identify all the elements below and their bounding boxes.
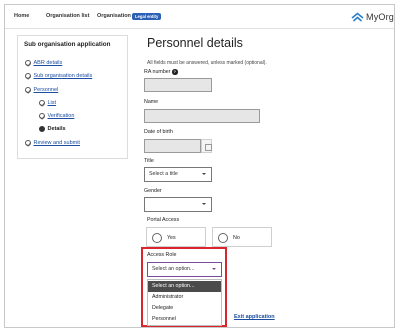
sidebar-item-label: Details: [47, 126, 66, 132]
name-label: Name: [144, 99, 159, 105]
sidebar-item-label: Personnel: [33, 87, 59, 93]
app-window: Home Organisation list Organisation Lega…: [4, 4, 395, 328]
sidebar-item-sub-organisation-details[interactable]: Sub organisation details: [25, 73, 92, 79]
title-select-value: Select a title: [149, 171, 178, 177]
brand-mark-icon: [351, 12, 364, 22]
check-circle-icon: [39, 100, 45, 106]
access-role-select-value: Select an option...: [152, 266, 195, 272]
sidebar-item-label: Verification: [47, 113, 75, 119]
gender-select[interactable]: [144, 197, 212, 212]
dropdown-option[interactable]: Delegate: [148, 303, 221, 314]
ra-number-label: RA number?: [144, 69, 178, 75]
sidebar-item-verification[interactable]: Verification: [39, 113, 74, 119]
dropdown-option[interactable]: Select an option...: [148, 281, 221, 292]
sidebar-item-label: Sub organisation details: [33, 73, 93, 79]
radio-label-no: No: [233, 234, 240, 241]
page-title: Personnel details: [147, 36, 243, 50]
ra-number-label-text: RA number: [144, 69, 171, 76]
ra-number-field: [144, 78, 212, 92]
sidebar-item-abr-details[interactable]: ABR details: [25, 60, 62, 66]
date-of-birth-field: [144, 139, 201, 153]
check-circle-icon: [25, 60, 31, 66]
nav-home[interactable]: Home: [14, 13, 29, 19]
portal-access-label: Portal Access: [147, 217, 180, 223]
title-label: Title: [144, 158, 154, 164]
dob-label: Date of birth: [144, 129, 173, 135]
steps-title: Sub organisation application: [24, 41, 111, 48]
dropdown-option[interactable]: Personnel: [148, 314, 221, 325]
radio-button[interactable]: [218, 232, 228, 243]
brand-name: MyOrg: [366, 12, 394, 22]
current-step-icon: [39, 126, 45, 132]
sidebar-item-details: Details: [39, 126, 66, 132]
chevron-down-icon: [212, 268, 216, 270]
portal-access-no[interactable]: No: [212, 227, 272, 247]
chevron-down-icon: [202, 173, 206, 175]
name-field: [144, 109, 260, 123]
exit-application-link[interactable]: Exit application: [234, 314, 275, 320]
sidebar-item-label: Review and submit: [33, 140, 80, 146]
check-circle-icon: [25, 87, 31, 93]
sidebar-item-label: ABR details: [33, 60, 63, 66]
check-circle-icon: [39, 113, 45, 119]
radio-label-yes: Yes: [167, 234, 176, 241]
portal-access-yes[interactable]: Yes: [146, 227, 206, 247]
nav-organisation-list[interactable]: Organisation list: [46, 13, 89, 19]
brand-logo[interactable]: MyOrg: [351, 10, 394, 24]
nav-organisation[interactable]: Organisation: [97, 13, 131, 19]
required-fields-hint: All fields must be answered, unless mark…: [147, 60, 267, 66]
sidebar-item-personnel[interactable]: Personnel: [25, 87, 58, 93]
access-role-select[interactable]: Select an option...: [147, 262, 222, 277]
gender-label: Gender: [144, 188, 162, 194]
top-navigation-bar: Home Organisation list Organisation Lega…: [5, 5, 394, 29]
legal-entity-badge: Legal entity: [132, 12, 162, 20]
check-circle-icon: [25, 140, 31, 146]
sidebar-item-list[interactable]: List: [39, 100, 56, 106]
chevron-down-icon: [202, 203, 206, 205]
access-role-label: Access Role: [147, 252, 177, 258]
sidebar-item-label: List: [47, 100, 57, 106]
title-select[interactable]: Select a title: [144, 167, 212, 182]
radio-button[interactable]: [152, 232, 162, 243]
help-icon[interactable]: ?: [172, 69, 178, 75]
dropdown-option[interactable]: Administrator: [148, 292, 221, 303]
calendar-icon[interactable]: [201, 139, 212, 153]
access-role-dropdown: Select an option... Administrator Delega…: [147, 279, 222, 326]
check-circle-icon: [25, 73, 31, 79]
sidebar-item-review-and-submit[interactable]: Review and submit: [25, 140, 80, 146]
